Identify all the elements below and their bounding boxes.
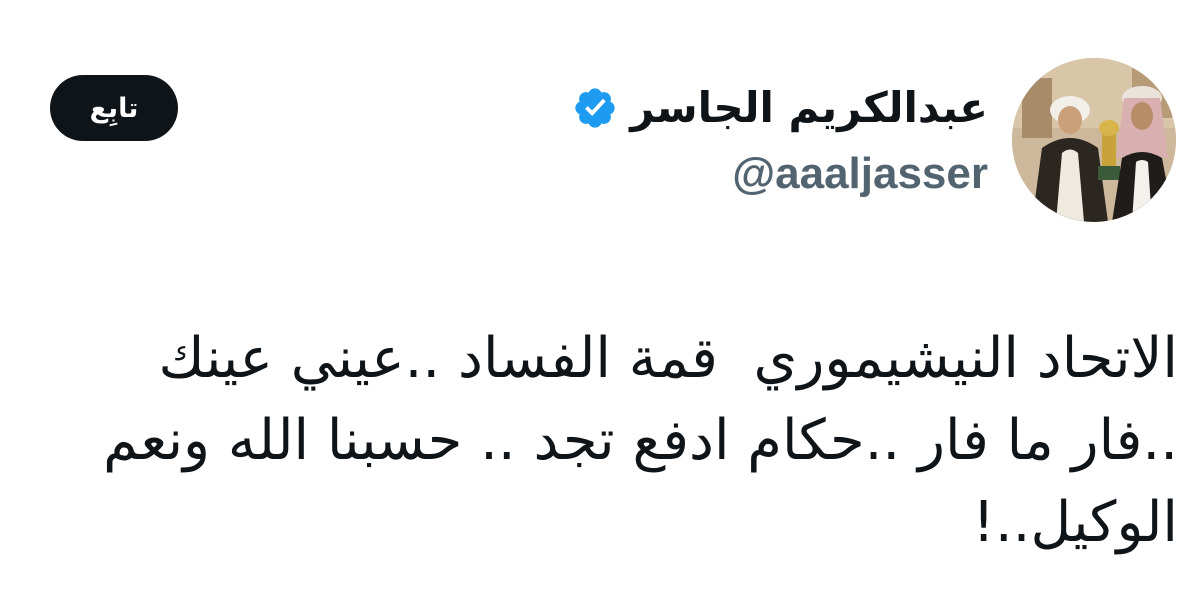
verified-badge-icon <box>575 88 615 128</box>
tweet-card: عبدالكريم الجاسر @aaaljasser تابِع الاتح… <box>0 0 1200 616</box>
tweet-text: الاتحاد النيشيموري قمة الفساد ..عيني عين… <box>85 326 1178 555</box>
author-header: عبدالكريم الجاسر @aaaljasser <box>468 70 988 196</box>
display-name[interactable]: عبدالكريم الجاسر <box>630 87 988 129</box>
follow-button[interactable]: تابِع <box>50 75 178 141</box>
name-row: عبدالكريم الجاسر <box>468 70 988 146</box>
author-handle[interactable]: @aaaljasser <box>468 152 988 196</box>
avatar[interactable] <box>1012 58 1176 222</box>
avatar-image <box>1012 58 1176 222</box>
